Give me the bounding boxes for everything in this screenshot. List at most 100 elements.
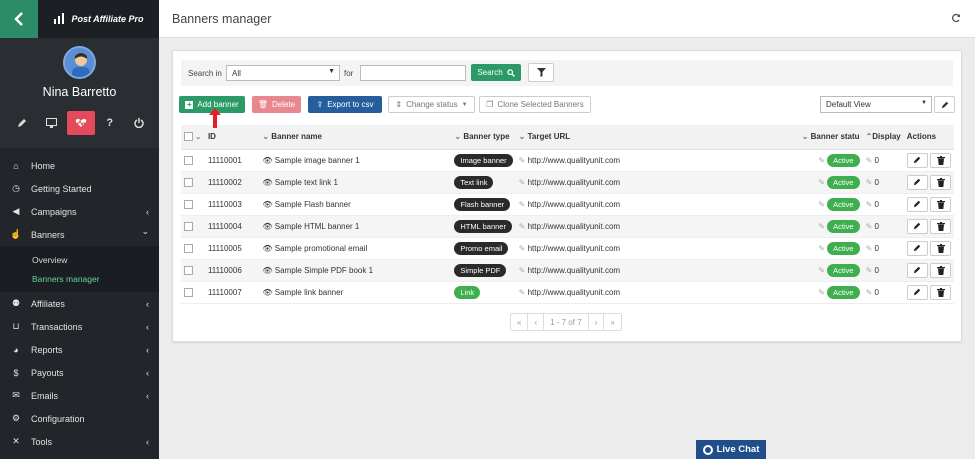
sidebar-item-campaigns[interactable]: ◀ Campaigns ‹ xyxy=(0,200,159,223)
edit-view-button[interactable] xyxy=(934,96,955,113)
delete-row-button[interactable] xyxy=(930,262,951,278)
row-checkbox[interactable] xyxy=(181,171,205,194)
pencil-icon[interactable]: ✎ xyxy=(519,244,526,253)
brand-logo[interactable]: Post Affiliate Pro xyxy=(38,0,159,38)
banner-name[interactable]: Sample promotional email xyxy=(275,244,368,253)
eye-icon[interactable]: 👁 xyxy=(262,200,272,209)
delete-row-button[interactable] xyxy=(930,196,951,212)
pencil-icon[interactable]: ✎ xyxy=(818,266,825,275)
pencil-icon[interactable]: ✎ xyxy=(818,200,825,209)
column-banner-type[interactable]: ⌄ Banner type xyxy=(451,125,516,150)
column-id[interactable]: ID xyxy=(204,125,260,150)
sidebar-item-getting-started[interactable]: ◷ Getting Started xyxy=(0,177,159,200)
sidebar-item-reports[interactable]: ◕ Reports ‹ xyxy=(0,338,159,361)
pencil-icon[interactable]: ✎ xyxy=(866,266,873,275)
eye-icon[interactable]: 👁 xyxy=(262,222,272,231)
pencil-icon[interactable]: ✎ xyxy=(818,244,825,253)
refresh-icon[interactable] xyxy=(951,13,961,25)
pencil-icon[interactable]: ✎ xyxy=(866,288,873,297)
prev-page-button[interactable]: ‹ xyxy=(528,314,545,330)
clone-banners-button[interactable]: ❐ Clone Selected Banners xyxy=(479,96,591,113)
banner-name[interactable]: Sample text link 1 xyxy=(275,178,338,187)
banner-name[interactable]: Sample Simple PDF book 1 xyxy=(275,266,373,275)
pencil-icon[interactable]: ✎ xyxy=(519,288,526,297)
sidebar-item-transactions[interactable]: ⊔ Transactions ‹ xyxy=(0,315,159,338)
pencil-icon[interactable]: ✎ xyxy=(519,178,526,187)
search-input[interactable] xyxy=(360,65,466,81)
pencil-icon[interactable]: ✎ xyxy=(866,200,873,209)
row-checkbox[interactable] xyxy=(181,149,205,172)
sidebar-item-emails[interactable]: ✉ Emails ‹ xyxy=(0,384,159,407)
status-badge[interactable]: Active xyxy=(827,285,860,299)
pencil-icon[interactable]: ✎ xyxy=(519,156,526,165)
delete-button[interactable]: 🗑 Delete xyxy=(252,96,301,113)
eye-icon[interactable]: 👁 xyxy=(262,266,272,275)
question-icon[interactable]: ? xyxy=(96,111,124,135)
column-banner-name[interactable]: ⌄ Banner name xyxy=(259,125,452,150)
banner-name[interactable]: Sample image banner 1 xyxy=(275,156,360,165)
banner-name[interactable]: Sample link banner xyxy=(275,288,343,297)
edit-button[interactable] xyxy=(906,196,928,212)
pencil-icon[interactable]: ✎ xyxy=(818,222,825,231)
back-button[interactable] xyxy=(0,0,38,38)
sidebar-item-payouts[interactable]: $ Payouts ‹ xyxy=(0,361,159,384)
pencil-icon[interactable]: ✎ xyxy=(866,244,873,253)
pencil-icon[interactable]: ✎ xyxy=(818,156,825,165)
edit-button[interactable] xyxy=(906,240,928,256)
delete-row-button[interactable] xyxy=(930,174,951,190)
column-target-url[interactable]: ⌄ Target URL xyxy=(515,125,799,150)
pencil-icon[interactable]: ✎ xyxy=(519,200,526,209)
edit-button[interactable] xyxy=(906,284,928,300)
delete-row-button[interactable] xyxy=(930,240,951,256)
select-all-checkbox[interactable]: ⌄ xyxy=(181,125,205,150)
row-checkbox[interactable] xyxy=(181,193,205,216)
edit-button[interactable] xyxy=(906,174,928,190)
eye-icon[interactable]: 👁 xyxy=(262,288,272,297)
first-page-button[interactable]: « xyxy=(511,314,529,330)
eye-icon[interactable]: 👁 xyxy=(262,156,272,165)
delete-row-button[interactable] xyxy=(930,152,951,168)
edit-button[interactable] xyxy=(906,152,928,168)
export-csv-button[interactable]: ⇪ Export to csv xyxy=(308,96,382,113)
sidebar-item-banners[interactable]: ☝ Banners ⌄ xyxy=(0,223,159,246)
status-badge[interactable]: Active xyxy=(827,241,860,255)
row-checkbox[interactable] xyxy=(181,259,205,282)
edit-button[interactable] xyxy=(906,262,928,278)
status-badge[interactable]: Active xyxy=(827,175,860,189)
delete-row-button[interactable] xyxy=(930,218,951,234)
live-chat-button[interactable]: Live Chat xyxy=(696,440,766,459)
column-banner-status[interactable]: ⌄ Banner statu xyxy=(798,125,863,150)
status-badge[interactable]: Active xyxy=(827,197,860,211)
banner-name[interactable]: Sample HTML banner 1 xyxy=(275,222,360,231)
sidebar-item-configuration[interactable]: ⚙ Configuration xyxy=(0,407,159,430)
pencil-icon[interactable]: ✎ xyxy=(866,156,873,165)
view-select[interactable]: Default View ▼ xyxy=(820,96,932,113)
pencil-icon[interactable] xyxy=(8,111,36,135)
row-checkbox[interactable] xyxy=(181,237,205,260)
search-scope-select[interactable]: All ▼ xyxy=(226,65,340,81)
eye-icon[interactable]: 👁 xyxy=(262,244,272,253)
pencil-icon[interactable]: ✎ xyxy=(866,178,873,187)
status-badge[interactable]: Active xyxy=(827,263,860,277)
pencil-icon[interactable]: ✎ xyxy=(519,266,526,275)
banner-name[interactable]: Sample Flash banner xyxy=(275,200,351,209)
delete-row-button[interactable] xyxy=(930,284,951,300)
pencil-icon[interactable]: ✎ xyxy=(866,222,873,231)
power-icon[interactable] xyxy=(125,111,153,135)
search-button[interactable]: Search xyxy=(471,64,521,81)
avatar[interactable] xyxy=(63,46,96,79)
next-page-button[interactable]: › xyxy=(589,314,605,330)
status-badge[interactable]: Active xyxy=(827,219,860,233)
pencil-icon[interactable]: ✎ xyxy=(818,178,825,187)
status-badge[interactable]: Active xyxy=(827,153,860,167)
filter-button[interactable] xyxy=(528,63,554,82)
column-displays[interactable]: ⌃Display xyxy=(862,125,904,150)
pencil-icon[interactable]: ✎ xyxy=(818,288,825,297)
monitor-icon[interactable] xyxy=(37,111,65,135)
row-checkbox[interactable] xyxy=(181,215,205,238)
change-status-button[interactable]: ⇕ Change status ▼ xyxy=(388,96,475,113)
sidebar-subitem-banners-manager[interactable]: Banners manager xyxy=(0,269,159,288)
last-page-button[interactable]: » xyxy=(604,314,620,330)
pencil-icon[interactable]: ✎ xyxy=(519,222,526,231)
sidebar-item-affiliates[interactable]: ⚉ Affiliates ‹ xyxy=(0,292,159,315)
